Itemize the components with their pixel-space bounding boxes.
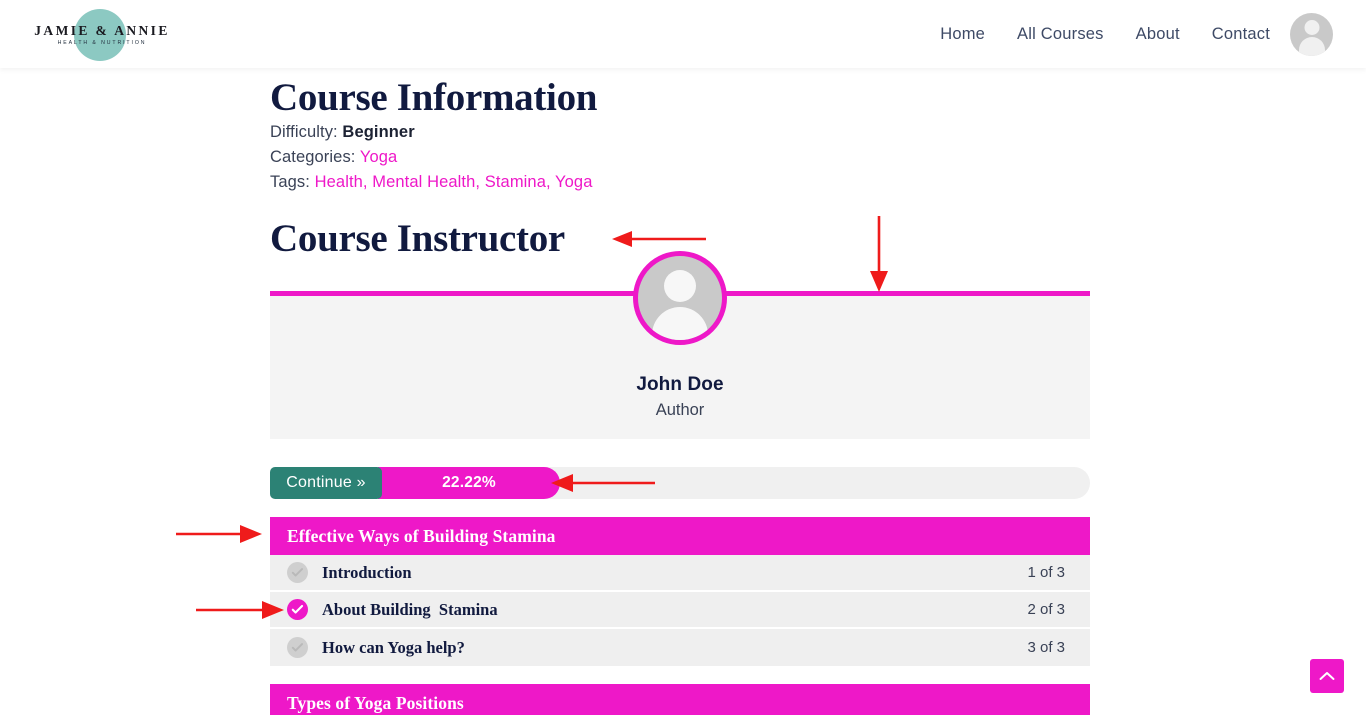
content-column: Course Information Difficulty: Beginner …: [270, 68, 1090, 715]
nav-item-all-courses[interactable]: All Courses: [1001, 25, 1120, 44]
main-navigation: Home All Courses About Contact: [924, 0, 1286, 68]
lesson-list-module-1: Introduction 1 of 3 About Building Stami…: [270, 555, 1090, 666]
nav-item-home[interactable]: Home: [924, 25, 1001, 44]
lesson-row[interactable]: About Building Stamina 2 of 3: [270, 592, 1090, 629]
avatar-body-icon: [1299, 37, 1325, 56]
lesson-incomplete-check-icon: [287, 637, 308, 658]
module-spacer: [270, 666, 1090, 684]
course-categories-line: Categories: Yoga: [270, 145, 1090, 170]
avatar-head-icon: [664, 270, 696, 302]
lesson-incomplete-check-icon: [287, 562, 308, 583]
lesson-row[interactable]: How can Yoga help? 3 of 3: [270, 629, 1090, 666]
category-link-yoga[interactable]: Yoga: [360, 148, 397, 166]
page-body: Course Information Difficulty: Beginner …: [0, 68, 1366, 715]
instructor-avatar[interactable]: [633, 251, 727, 345]
lesson-count: 1 of 3: [1027, 564, 1065, 581]
logo-title: JAMIE & ANNIE: [32, 24, 172, 39]
nav-item-contact[interactable]: Contact: [1196, 25, 1286, 44]
course-curriculum: Effective Ways of Building Stamina Intro…: [270, 517, 1090, 715]
course-tags-line: Tags: Health, Mental Health, Stamina, Yo…: [270, 170, 1090, 195]
avatar-head-icon: [1304, 20, 1319, 35]
lesson-row[interactable]: Introduction 1 of 3: [270, 555, 1090, 592]
user-avatar[interactable]: [1290, 13, 1333, 56]
course-information-heading: Course Information: [270, 68, 1090, 120]
lesson-title: About Building Stamina: [322, 600, 1027, 620]
progress-fill: 22.22%: [378, 467, 560, 499]
continue-button[interactable]: Continue »: [270, 467, 382, 499]
lesson-count: 3 of 3: [1027, 639, 1065, 656]
avatar-body-icon: [652, 307, 708, 345]
annotation-arrow-module-header: [176, 523, 266, 545]
nav-item-about[interactable]: About: [1120, 25, 1196, 44]
instructor-name: John Doe: [270, 374, 1090, 396]
tags-label: Tags:: [270, 173, 310, 191]
instructor-card: John Doe Author: [270, 291, 1090, 439]
logo-subtitle: HEALTH & NUTRITION: [32, 40, 172, 46]
site-logo[interactable]: JAMIE & ANNIE HEALTH & NUTRITION: [26, 6, 216, 64]
lesson-title: How can Yoga help?: [322, 638, 1027, 658]
lesson-title: Introduction: [322, 563, 1027, 583]
site-header: JAMIE & ANNIE HEALTH & NUTRITION Home Al…: [0, 0, 1366, 68]
course-difficulty-line: Difficulty: Beginner: [270, 120, 1090, 145]
chevron-up-icon: [1319, 669, 1335, 684]
difficulty-value: Beginner: [342, 123, 414, 141]
instructor-role: Author: [270, 401, 1090, 420]
lesson-complete-check-icon: [287, 599, 308, 620]
categories-label: Categories:: [270, 148, 355, 166]
difficulty-label: Difficulty:: [270, 123, 338, 141]
module-header-types-of-yoga-positions[interactable]: Types of Yoga Positions: [270, 684, 1090, 715]
lesson-count: 2 of 3: [1027, 601, 1065, 618]
progress-percent-label: 22.22%: [442, 474, 496, 492]
course-progress-row: Continue » 22.22%: [270, 467, 1090, 499]
module-header-effective-ways[interactable]: Effective Ways of Building Stamina: [270, 517, 1090, 555]
tag-links[interactable]: Health, Mental Health, Stamina, Yoga: [315, 173, 593, 191]
scroll-to-top-button[interactable]: [1310, 659, 1344, 693]
